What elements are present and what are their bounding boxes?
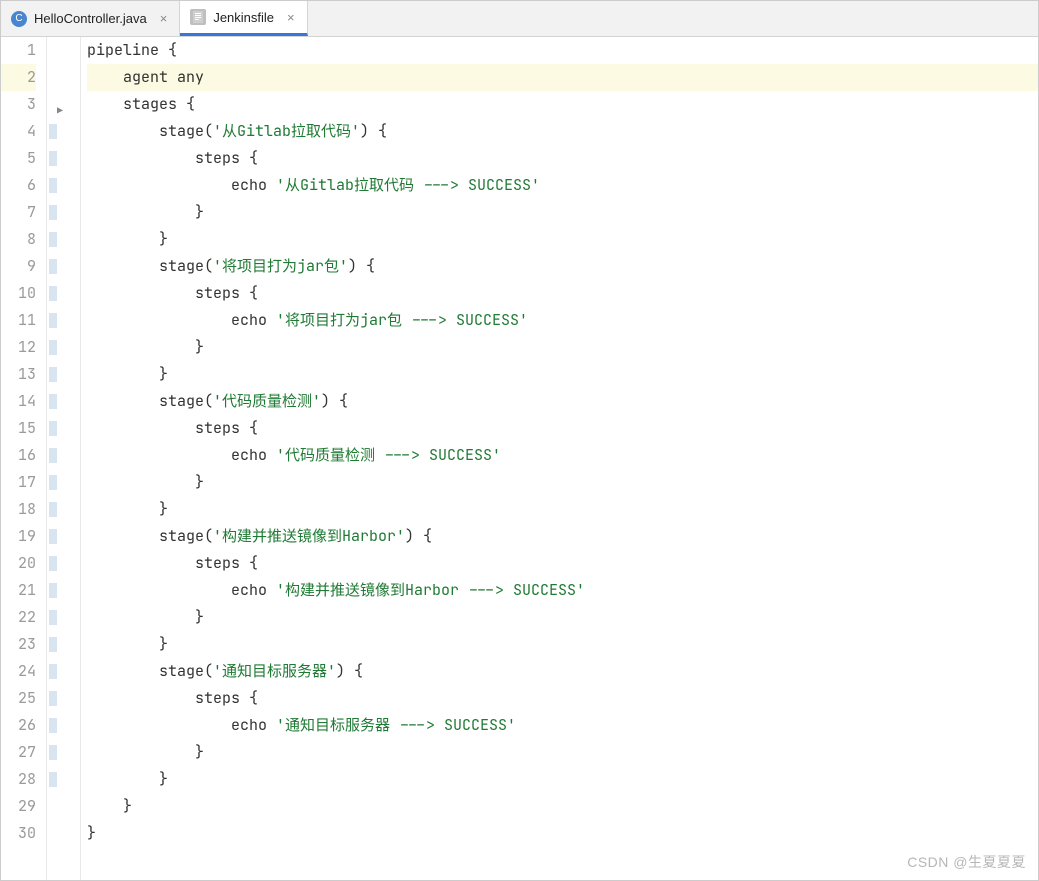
- fold-marker[interactable]: [49, 313, 57, 328]
- code-line[interactable]: }: [87, 361, 1038, 388]
- line-number: 28: [1, 766, 36, 793]
- java-class-icon: C: [11, 11, 27, 27]
- line-number: 6: [1, 172, 36, 199]
- code-line[interactable]: }: [87, 631, 1038, 658]
- fold-marker[interactable]: [49, 232, 57, 247]
- line-number: 3: [1, 91, 36, 118]
- code-line[interactable]: echo '将项目打为jar包 ---> SUCCESS': [87, 307, 1038, 334]
- tab-hellocontroller[interactable]: C HelloController.java ×: [1, 1, 180, 36]
- line-number: 14: [1, 388, 36, 415]
- close-icon[interactable]: ×: [285, 10, 297, 25]
- line-number: 30: [1, 820, 36, 847]
- line-number: 13: [1, 361, 36, 388]
- code-line[interactable]: }: [87, 469, 1038, 496]
- line-number: 16: [1, 442, 36, 469]
- fold-marker[interactable]: [49, 448, 57, 463]
- line-number: 7: [1, 199, 36, 226]
- line-number: 22: [1, 604, 36, 631]
- line-number: 10: [1, 280, 36, 307]
- text-file-icon: [190, 9, 206, 25]
- code-line[interactable]: steps {: [87, 550, 1038, 577]
- line-number: 24: [1, 658, 36, 685]
- fold-marker[interactable]: [49, 529, 57, 544]
- line-number-gutter: 1234567891011121314151617181920212223242…: [1, 37, 47, 880]
- line-number: 20: [1, 550, 36, 577]
- line-number: 29: [1, 793, 36, 820]
- fold-marker[interactable]: [49, 340, 57, 355]
- code-line[interactable]: }: [87, 604, 1038, 631]
- line-number: 21: [1, 577, 36, 604]
- fold-marker[interactable]: [49, 664, 57, 679]
- code-line[interactable]: }: [87, 739, 1038, 766]
- line-number: 1: [1, 37, 36, 64]
- line-number: 4: [1, 118, 36, 145]
- line-number: 2: [1, 64, 36, 91]
- line-number: 17: [1, 469, 36, 496]
- code-line[interactable]: echo '通知目标服务器 ---> SUCCESS': [87, 712, 1038, 739]
- fold-marker[interactable]: [49, 475, 57, 490]
- code-line[interactable]: stage('构建并推送镜像到Harbor') {: [87, 523, 1038, 550]
- fold-marker[interactable]: [49, 259, 57, 274]
- code-line[interactable]: }: [87, 226, 1038, 253]
- code-line[interactable]: }: [87, 766, 1038, 793]
- line-number: 9: [1, 253, 36, 280]
- tab-label: HelloController.java: [34, 11, 147, 26]
- code-line[interactable]: agent any: [87, 64, 1038, 91]
- close-icon[interactable]: ×: [158, 11, 170, 26]
- fold-column: ▶: [47, 37, 81, 880]
- fold-marker[interactable]: [49, 772, 57, 787]
- fold-marker[interactable]: [49, 205, 57, 220]
- fold-marker[interactable]: [49, 286, 57, 301]
- fold-marker[interactable]: [49, 610, 57, 625]
- fold-marker[interactable]: [49, 745, 57, 760]
- code-line[interactable]: }: [87, 199, 1038, 226]
- code-editor: 1234567891011121314151617181920212223242…: [1, 37, 1038, 880]
- line-number: 18: [1, 496, 36, 523]
- tab-label: Jenkinsfile: [213, 10, 274, 25]
- code-line[interactable]: stages {: [87, 91, 1038, 118]
- line-number: 11: [1, 307, 36, 334]
- tab-jenkinsfile[interactable]: Jenkinsfile ×: [180, 1, 307, 36]
- fold-marker[interactable]: [49, 421, 57, 436]
- code-line[interactable]: stage('将项目打为jar包') {: [87, 253, 1038, 280]
- code-line[interactable]: steps {: [87, 280, 1038, 307]
- code-line[interactable]: }: [87, 820, 1038, 847]
- line-number: 15: [1, 415, 36, 442]
- code-line[interactable]: echo '从Gitlab拉取代码 ---> SUCCESS': [87, 172, 1038, 199]
- code-line[interactable]: steps {: [87, 415, 1038, 442]
- fold-marker[interactable]: [49, 178, 57, 193]
- code-line[interactable]: stage('从Gitlab拉取代码') {: [87, 118, 1038, 145]
- code-line[interactable]: steps {: [87, 685, 1038, 712]
- code-line[interactable]: steps {: [87, 145, 1038, 172]
- line-number: 12: [1, 334, 36, 361]
- code-area[interactable]: pipeline { agent any stages { stage('从Gi…: [81, 37, 1038, 880]
- code-line[interactable]: stage('通知目标服务器') {: [87, 658, 1038, 685]
- fold-marker[interactable]: [49, 718, 57, 733]
- fold-marker[interactable]: [49, 691, 57, 706]
- line-number: 23: [1, 631, 36, 658]
- line-number: 5: [1, 145, 36, 172]
- fold-marker[interactable]: [49, 502, 57, 517]
- code-line[interactable]: echo '构建并推送镜像到Harbor ---> SUCCESS': [87, 577, 1038, 604]
- editor-tabs-bar: C HelloController.java × Jenkinsfile ×: [1, 1, 1038, 37]
- line-number: 8: [1, 226, 36, 253]
- line-number: 19: [1, 523, 36, 550]
- fold-marker[interactable]: [49, 556, 57, 571]
- line-number: 25: [1, 685, 36, 712]
- fold-marker[interactable]: [49, 583, 57, 598]
- fold-marker[interactable]: [49, 637, 57, 652]
- code-line[interactable]: }: [87, 496, 1038, 523]
- code-line[interactable]: stage('代码质量检测') {: [87, 388, 1038, 415]
- fold-marker[interactable]: [49, 151, 57, 166]
- code-line[interactable]: }: [87, 334, 1038, 361]
- line-number: 27: [1, 739, 36, 766]
- code-line[interactable]: echo '代码质量检测 ---> SUCCESS': [87, 442, 1038, 469]
- fold-marker[interactable]: [49, 394, 57, 409]
- fold-marker[interactable]: [49, 367, 57, 382]
- run-gutter-icon[interactable]: ▶: [57, 97, 63, 124]
- code-line[interactable]: }: [87, 793, 1038, 820]
- code-line[interactable]: pipeline {: [87, 37, 1038, 64]
- fold-marker[interactable]: [49, 124, 57, 139]
- line-number: 26: [1, 712, 36, 739]
